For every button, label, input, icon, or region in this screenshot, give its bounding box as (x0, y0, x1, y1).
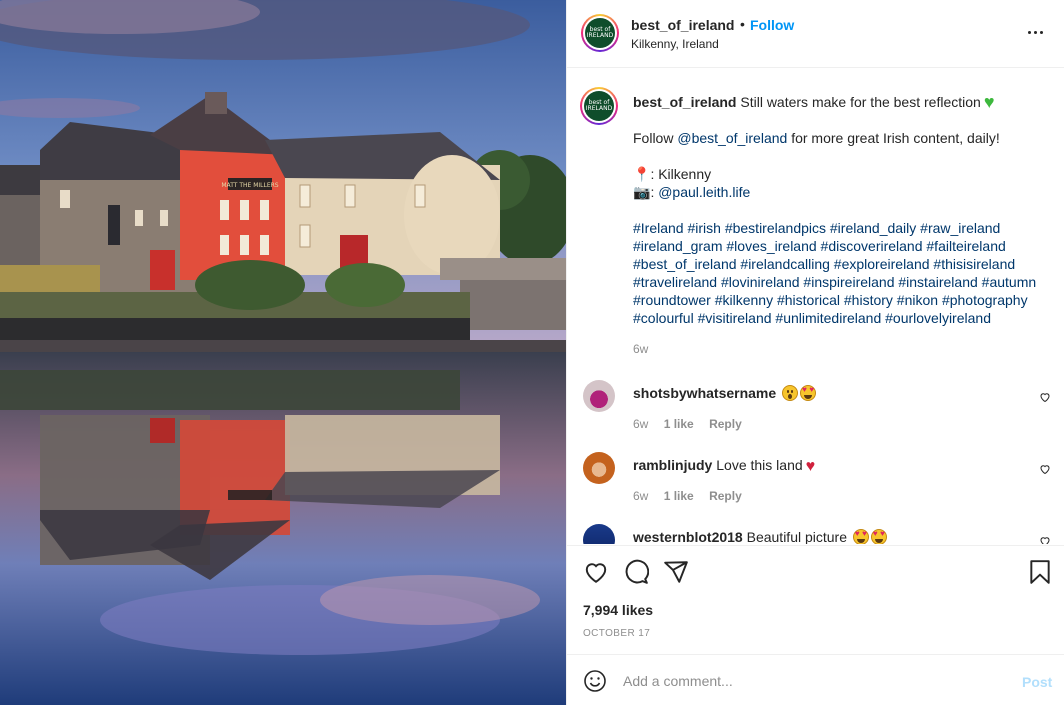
post-date[interactable]: OCTOBER 17 (583, 628, 650, 639)
reply-button[interactable]: Reply (709, 489, 742, 503)
comment-like-icon[interactable] (1039, 535, 1051, 544)
comments-section[interactable]: best of IRELAND best_of_ireland Still wa… (567, 69, 1064, 544)
comment-item: shotsbywhatsername 6w 1 like Reply (567, 380, 1064, 452)
comment-likes[interactable]: 1 like (664, 489, 694, 503)
comment-likes[interactable]: 1 like (664, 417, 694, 431)
hashtag-line[interactable]: #ireland_gram #loves_ireland #discoverir… (633, 237, 1053, 255)
author-avatar[interactable]: best of IRELAND (581, 14, 619, 52)
comment-username[interactable]: ramblinjudy (633, 457, 712, 473)
comment-item: westernblot2018 Beautiful picture (567, 524, 1064, 544)
smiley-icon[interactable] (583, 669, 607, 693)
heart-outline-icon[interactable] (583, 559, 609, 585)
red-heart-icon: ♥ (805, 458, 816, 475)
pin-icon: 📍 (633, 166, 651, 182)
comment-like-icon[interactable] (1039, 463, 1051, 475)
comment-text: Love this land (716, 457, 803, 473)
pub-sign: MATT THE MILLERS (221, 182, 278, 189)
reply-button[interactable]: Reply (709, 417, 742, 431)
post-photo[interactable]: MATT THE MILLERS (0, 0, 566, 705)
green-heart-icon: ♥ (983, 92, 995, 112)
kilkenny-river-photo: MATT THE MILLERS (0, 0, 566, 705)
hashtag-line[interactable]: #travelireland #lovinireland #inspireire… (633, 273, 1053, 291)
add-comment-input[interactable] (623, 669, 1003, 693)
follow-suffix: for more great Irish content, daily! (787, 130, 1000, 146)
location-link[interactable]: Kilkenny, Ireland (631, 37, 719, 51)
follow-prefix: Follow (633, 130, 678, 146)
separator-dot: • (740, 16, 745, 32)
photographer-link[interactable]: @paul.leith.life (658, 184, 750, 200)
comment-item: ramblinjudy Love this land ♥ 6w 1 like Re… (567, 452, 1064, 524)
hashtag-line[interactable]: #best_of_ireland #irelandcalling #explor… (633, 255, 1053, 273)
heart-eyes-icon (800, 385, 817, 401)
caption-avatar-logo: best of IRELAND (584, 91, 614, 121)
hashtag-line[interactable]: #colourful #visitireland #unlimitedirela… (633, 309, 1053, 327)
caption-text: Still waters make for the best reflectio… (740, 94, 981, 110)
comment-icon[interactable] (623, 559, 649, 585)
hushed-face-icon (782, 385, 799, 401)
commenter-avatar[interactable] (583, 452, 615, 484)
post-caption: best_of_ireland Still waters make for th… (633, 93, 1053, 327)
camera-icon: 📷 (633, 184, 651, 200)
more-options-icon[interactable] (1023, 20, 1047, 44)
comment-time[interactable]: 6w (633, 417, 648, 431)
author-avatar-logo: best of IRELAND (585, 18, 615, 48)
author-username[interactable]: best_of_ireland (631, 17, 734, 33)
post-actions: 7,994 likes OCTOBER 17 (567, 545, 1064, 655)
mention-link[interactable]: @best_of_ireland (677, 130, 787, 146)
heart-eyes-icon (870, 529, 887, 544)
post-header: best of IRELAND best_of_ireland • Follow… (567, 0, 1064, 68)
post-comment-button[interactable]: Post (1022, 674, 1052, 690)
location-caption: : Kilkenny (650, 166, 712, 182)
comment-like-icon[interactable] (1039, 391, 1051, 403)
comment-username[interactable]: shotsbywhatsername (633, 385, 776, 401)
caption-author-avatar[interactable]: best of IRELAND (580, 87, 618, 125)
commenter-avatar[interactable] (583, 380, 615, 412)
heart-eyes-icon (852, 529, 869, 544)
follow-button[interactable]: Follow (750, 17, 794, 33)
comment-text: Beautiful picture (746, 529, 848, 544)
share-icon[interactable] (663, 559, 689, 585)
hashtag-line[interactable]: #roundtower #kilkenny #historical #histo… (633, 291, 1053, 309)
likes-count[interactable]: 7,994 likes (583, 602, 653, 618)
add-comment-bar: Post (567, 656, 1064, 705)
bookmark-icon[interactable] (1027, 559, 1053, 585)
post-details-panel: best of IRELAND best_of_ireland • Follow… (566, 0, 1064, 705)
caption-timestamp[interactable]: 6w (633, 342, 648, 356)
comment-time[interactable]: 6w (633, 489, 648, 503)
caption-username[interactable]: best_of_ireland (633, 94, 736, 110)
hashtag-line[interactable]: #Ireland #irish #bestirelandpics #irelan… (633, 219, 1053, 237)
instagram-post: MATT THE MILLERS best of IRELAND best_of… (0, 0, 1064, 705)
commenter-avatar[interactable] (583, 524, 615, 544)
comment-username[interactable]: westernblot2018 (633, 529, 743, 544)
